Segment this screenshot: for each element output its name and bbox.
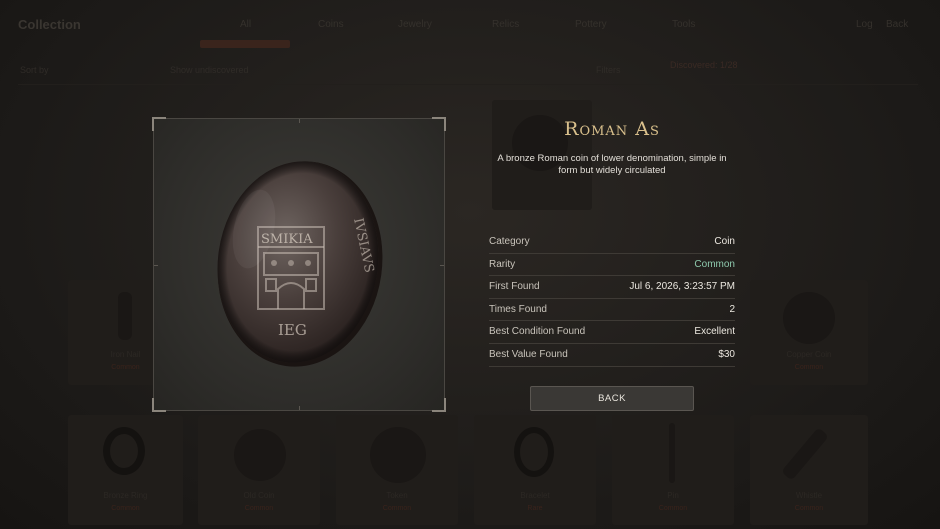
nail-icon xyxy=(118,292,132,340)
stat-label: Times Found xyxy=(489,303,547,315)
rarity-value: Common xyxy=(694,258,735,270)
stat-value: $30 xyxy=(718,348,735,360)
stat-row-best-value: Best Value Found $30 xyxy=(489,344,735,367)
card-rarity: Common xyxy=(382,505,412,512)
card-rarity: Rare xyxy=(527,505,543,512)
stat-label: Best Condition Found xyxy=(489,326,586,338)
item-card[interactable]: Token Common xyxy=(336,415,458,525)
sort-dropdown[interactable]: Sort by xyxy=(20,65,49,75)
stat-value: Excellent xyxy=(694,326,735,338)
stat-row-best-condition: Best Condition Found Excellent xyxy=(489,321,735,344)
card-label: Bronze Ring xyxy=(103,491,148,500)
item-card[interactable]: Bronze Ring Common xyxy=(68,415,183,525)
discovered-progress: Discovered: 1/28 xyxy=(670,60,738,70)
tab-all[interactable]: All xyxy=(240,19,251,30)
filter-divider xyxy=(18,84,918,85)
pin-icon xyxy=(669,423,675,483)
card-rarity: Common xyxy=(111,505,140,512)
coin-bottom-text: IEG xyxy=(278,321,307,339)
item-card[interactable]: Old Coin Common xyxy=(198,415,320,525)
stat-label: Best Value Found xyxy=(489,348,568,360)
card-rarity: Common xyxy=(794,364,824,371)
stat-row-rarity: Rarity Common xyxy=(489,254,735,277)
card-label: Bracelet xyxy=(520,491,550,500)
card-label: Old Coin xyxy=(243,491,275,500)
card-label: Copper Coin xyxy=(786,350,832,359)
item-card[interactable]: Whistle Common xyxy=(750,415,868,525)
item-preview-panel[interactable]: SMIKIA IVSIAVS IEG xyxy=(152,117,446,412)
log-button[interactable]: Log xyxy=(856,19,873,30)
coin-icon xyxy=(783,292,835,344)
card-rarity: Common xyxy=(658,505,688,512)
tab-relics[interactable]: Relics xyxy=(492,19,519,30)
stat-value: Jul 6, 2026, 3:23:57 PM xyxy=(629,281,735,293)
stat-value: Coin xyxy=(714,236,735,247)
active-tab-indicator xyxy=(200,40,290,48)
back-button[interactable]: BACK xyxy=(530,386,694,411)
stat-label: Category xyxy=(489,236,530,247)
stat-label: First Found xyxy=(489,281,540,293)
stat-value: 2 xyxy=(729,303,735,315)
tab-tools[interactable]: Tools xyxy=(672,19,695,30)
card-rarity: Common xyxy=(244,505,274,512)
ring-icon xyxy=(103,427,145,475)
card-label: Pin xyxy=(667,491,679,500)
filters-button[interactable]: Filters xyxy=(596,65,621,75)
card-label: Whistle xyxy=(795,491,823,500)
bracelet-icon xyxy=(514,427,554,477)
card-label: Token xyxy=(386,491,408,500)
card-rarity: Common xyxy=(794,505,824,512)
stat-label: Rarity xyxy=(489,258,516,270)
stat-row-category: Category Coin xyxy=(489,231,735,254)
top-nav-bar: Collection All Coins Jewelry Relics Pott… xyxy=(0,0,940,50)
item-stats-table: Category Coin Rarity Common First Found … xyxy=(489,231,735,367)
filter-bar: Sort by Show undiscovered Filters Discov… xyxy=(0,58,940,82)
tab-coins[interactable]: Coins xyxy=(318,19,344,30)
roman-coin-icon: SMIKIA IVSIAVS IEG xyxy=(217,161,383,367)
top-back-button[interactable]: Back xyxy=(886,19,908,30)
show-undiscovered-toggle[interactable]: Show undiscovered xyxy=(170,65,249,75)
stat-row-times-found: Times Found 2 xyxy=(489,299,735,322)
app-title: Collection xyxy=(18,17,81,32)
whistle-icon xyxy=(780,427,830,481)
coin-icon xyxy=(370,427,426,483)
coin-icon xyxy=(234,429,286,481)
tab-pottery[interactable]: Pottery xyxy=(575,19,607,30)
background-overlay: Collection All Coins Jewelry Relics Pott… xyxy=(0,0,940,529)
stat-row-first-found: First Found Jul 6, 2026, 3:23:57 PM xyxy=(489,276,735,299)
item-card[interactable]: Bracelet Rare xyxy=(474,415,596,525)
item-card[interactable]: Pin Common xyxy=(612,415,734,525)
item-title: Roman As xyxy=(564,118,660,140)
item-description: A bronze Roman coin of lower denominatio… xyxy=(497,153,727,176)
tab-jewelry[interactable]: Jewelry xyxy=(398,19,432,30)
item-card[interactable]: Copper Coin Common xyxy=(750,280,868,385)
